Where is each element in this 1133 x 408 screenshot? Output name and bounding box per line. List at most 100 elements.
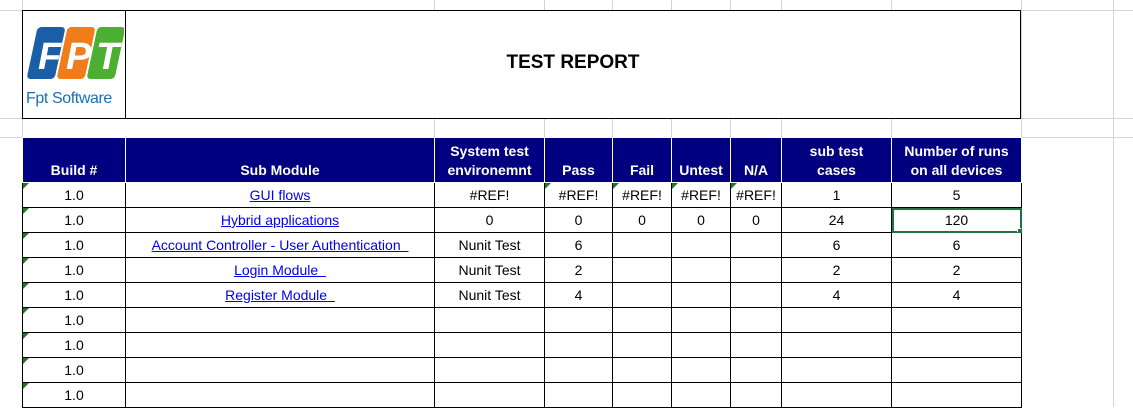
pass-cell[interactable]: 0: [544, 207, 613, 233]
sub-test-cases-cell[interactable]: [781, 332, 892, 358]
pass-cell[interactable]: #REF!: [544, 182, 613, 208]
pass-cell[interactable]: 6: [544, 232, 613, 258]
header-build[interactable]: Build #: [22, 137, 126, 183]
untest-cell[interactable]: [671, 257, 731, 283]
number-of-runs-cell-selected[interactable]: 120: [891, 207, 1022, 233]
na-cell[interactable]: [730, 232, 782, 258]
sub-module-cell[interactable]: Register Module: [125, 282, 435, 308]
untest-cell[interactable]: [671, 332, 731, 358]
title-cell[interactable]: TEST REPORT: [125, 10, 1021, 119]
number-of-runs-cell[interactable]: [891, 307, 1022, 333]
build-cell[interactable]: 1.0: [22, 232, 126, 258]
sub-module-cell[interactable]: Login Module: [125, 257, 435, 283]
sub-test-cases-cell[interactable]: 24: [781, 207, 892, 233]
untest-cell[interactable]: #REF!: [671, 182, 731, 208]
number-of-runs-cell[interactable]: 2: [891, 257, 1022, 283]
sub-module-cell[interactable]: [125, 307, 435, 333]
header-environment[interactable]: System test environemnt: [434, 137, 545, 183]
sub-test-cases-cell[interactable]: 1: [781, 182, 892, 208]
na-cell[interactable]: #REF!: [730, 182, 782, 208]
sub-module-link[interactable]: Hybrid applications: [221, 212, 339, 228]
build-cell[interactable]: 1.0: [22, 207, 126, 233]
sub-module-link[interactable]: Login Module: [234, 262, 326, 278]
header-sub-test-cases[interactable]: sub test cases: [781, 137, 892, 183]
fail-cell[interactable]: [612, 307, 672, 333]
na-cell[interactable]: [730, 357, 782, 383]
header-na-label: N/A: [743, 162, 769, 178]
na-cell[interactable]: [730, 282, 782, 308]
environment-cell[interactable]: [434, 357, 545, 383]
number-of-runs-cell[interactable]: 6: [891, 232, 1022, 258]
number-of-runs-cell[interactable]: 4: [891, 282, 1022, 308]
fail-cell[interactable]: [612, 382, 672, 408]
environment-cell[interactable]: #REF!: [434, 182, 545, 208]
environment-cell[interactable]: Nunit Test: [434, 232, 545, 258]
table-row: 1.0: [22, 357, 1022, 383]
build-cell[interactable]: 1.0: [22, 382, 126, 408]
number-of-runs-cell[interactable]: [891, 357, 1022, 383]
sub-test-cases-cell[interactable]: [781, 307, 892, 333]
na-cell[interactable]: [730, 382, 782, 408]
sub-test-cases-cell[interactable]: 4: [781, 282, 892, 308]
fail-cell[interactable]: [612, 257, 672, 283]
na-cell[interactable]: [730, 307, 782, 333]
environment-cell[interactable]: Nunit Test: [434, 282, 545, 308]
header-fail[interactable]: Fail: [612, 137, 672, 183]
pass-cell[interactable]: [544, 357, 613, 383]
number-of-runs-cell[interactable]: 5: [891, 182, 1022, 208]
environment-cell[interactable]: [434, 382, 545, 408]
fail-cell[interactable]: 0: [612, 207, 672, 233]
logo-cell[interactable]: F P T Fpt Software: [22, 10, 126, 119]
build-cell[interactable]: 1.0: [22, 257, 126, 283]
header-number-of-runs[interactable]: Number of runs on all devices: [891, 137, 1022, 183]
header-na[interactable]: N/A: [730, 137, 782, 183]
build-cell[interactable]: 1.0: [22, 307, 126, 333]
sub-module-link[interactable]: Register Module: [225, 287, 335, 303]
build-cell[interactable]: 1.0: [22, 282, 126, 308]
fail-cell[interactable]: [612, 282, 672, 308]
build-cell[interactable]: 1.0: [22, 357, 126, 383]
sub-test-cases-cell[interactable]: 6: [781, 232, 892, 258]
na-cell[interactable]: [730, 257, 782, 283]
environment-cell[interactable]: [434, 307, 545, 333]
sub-module-cell[interactable]: [125, 357, 435, 383]
fail-cell[interactable]: [612, 232, 672, 258]
sub-module-cell[interactable]: Account Controller - User Authentication: [125, 232, 435, 258]
pass-cell[interactable]: [544, 332, 613, 358]
build-cell[interactable]: 1.0: [22, 182, 126, 208]
environment-cell[interactable]: Nunit Test: [434, 257, 545, 283]
untest-cell[interactable]: [671, 307, 731, 333]
pass-cell[interactable]: 4: [544, 282, 613, 308]
fail-cell[interactable]: [612, 332, 672, 358]
sub-module-link[interactable]: Account Controller - User Authentication: [152, 237, 409, 253]
na-cell[interactable]: [730, 332, 782, 358]
sub-test-cases-cell[interactable]: [781, 357, 892, 383]
sub-test-cases-cell[interactable]: 2: [781, 257, 892, 283]
environment-cell[interactable]: [434, 332, 545, 358]
sub-module-cell[interactable]: GUI flows: [125, 182, 435, 208]
number-of-runs-cell[interactable]: [891, 382, 1022, 408]
sub-module-cell[interactable]: [125, 382, 435, 408]
number-of-runs-cell[interactable]: [891, 332, 1022, 358]
header-pass[interactable]: Pass: [544, 137, 613, 183]
untest-cell[interactable]: [671, 382, 731, 408]
sub-module-link[interactable]: GUI flows: [250, 187, 311, 203]
sub-module-cell[interactable]: [125, 332, 435, 358]
untest-cell[interactable]: 0: [671, 207, 731, 233]
environment-cell[interactable]: 0: [434, 207, 545, 233]
logo-letter-f: F: [38, 36, 63, 78]
sub-module-cell[interactable]: Hybrid applications: [125, 207, 435, 233]
na-cell[interactable]: 0: [730, 207, 782, 233]
pass-cell[interactable]: [544, 382, 613, 408]
untest-cell[interactable]: [671, 232, 731, 258]
pass-cell[interactable]: 2: [544, 257, 613, 283]
untest-cell[interactable]: [671, 282, 731, 308]
pass-cell[interactable]: [544, 307, 613, 333]
untest-cell[interactable]: [671, 357, 731, 383]
header-untest[interactable]: Untest: [671, 137, 731, 183]
sub-test-cases-cell[interactable]: [781, 382, 892, 408]
fail-cell[interactable]: [612, 357, 672, 383]
fail-cell[interactable]: #REF!: [612, 182, 672, 208]
header-sub-module[interactable]: Sub Module: [125, 137, 435, 183]
build-cell[interactable]: 1.0: [22, 332, 126, 358]
